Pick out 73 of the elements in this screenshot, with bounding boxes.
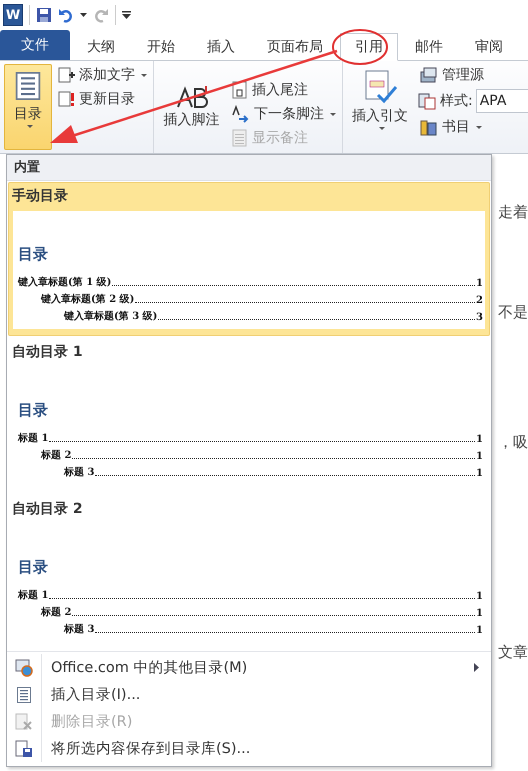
undo-icon[interactable] [58,7,74,23]
customize-menu-icon[interactable] [122,11,131,19]
footnote-icon [174,85,208,109]
file-tab[interactable]: 文件 [0,30,70,60]
document-style-icon [417,92,437,110]
document-save-icon [15,740,33,758]
insert-footnote-button[interactable]: 插入脚注 [158,64,225,150]
caret-icon [26,125,32,128]
document-text: 文章 [498,642,528,662]
page-number: 3 [476,312,483,323]
section-header: 内置 [7,155,491,181]
bibliography-icon [419,118,439,136]
toc-heading: 目录 [17,401,49,420]
page-number: 1 [476,591,483,602]
ribbon-button[interactable]: 管理源 [417,64,528,86]
insert-citation-button[interactable]: 插入引文 [347,64,413,150]
document-delete-icon [15,712,33,730]
document-text: 不是 [498,302,528,322]
table-of-contents-button[interactable]: 目录 [4,64,52,150]
caret-icon[interactable] [80,13,87,17]
ribbon-tab[interactable]: 页面布局 [252,32,338,60]
word-app-icon[interactable]: W [3,4,23,26]
toc-entry: 键入章标题(第 3 级) [64,309,158,323]
toc-entry: 标题 2 [41,606,72,620]
document-text: ，吸 [498,432,528,452]
notes-icon [231,129,249,147]
ribbon-button[interactable]: 书目 [417,116,528,138]
next-footnote-icon [231,105,251,123]
page-number: 2 [476,294,483,306]
books-icon [419,66,439,84]
ribbon-button[interactable]: 添加文字 [56,64,149,86]
menu-item[interactable]: 将所选内容保存到目录库(S)... [7,735,491,762]
ribbon-tab[interactable]: 开始 [132,32,190,60]
toc-entry: 键入章标题(第 2 级) [41,292,134,306]
page-number: 1 [476,451,483,462]
document-icon [16,686,32,704]
gallery-item-title: 自动目录 2 [11,500,84,520]
gallery-item-title: 手动目录 [11,186,69,206]
ribbon-tab[interactable]: 审阅 [460,32,518,60]
document-icon [14,69,42,103]
document-plus-icon [58,67,76,83]
toc-entry: 键入章标题(第 1 级) [18,275,112,289]
ribbon-button[interactable]: 下一条脚注 [229,103,338,125]
ribbon-tab[interactable]: 引用 [340,33,398,61]
ribbon-button[interactable]: 更新目录 [56,88,149,110]
page-number: 1 [476,625,483,636]
toc-entry: 标题 1 [18,432,48,446]
save-icon[interactable] [36,7,52,23]
menu-item[interactable]: Office.com 中的其他目录(M) [7,654,491,681]
ribbon-button[interactable]: 插入尾注 [229,79,338,101]
ribbon-tab[interactable]: 邮件 [400,32,458,60]
ribbon-tab[interactable]: 插入 [192,32,250,60]
toc-entry: 标题 3 [64,466,94,480]
toc-entry: 标题 3 [64,622,94,636]
ribbon-tab[interactable]: 大纲 [72,32,130,60]
toc-heading: 目录 [17,558,49,578]
menu-item[interactable]: 插入目录(I)... [7,681,491,708]
toc-entry: 标题 2 [41,448,72,462]
gallery-item[interactable]: 手动目录 目录 键入章标题(第 1 级) 1 键入章标题(第 2 级) 2 键入章标题(第 3 级) 3 [8,182,490,336]
style-label: 样式: [440,92,473,110]
gallery-item-title: 自动目录 1 [11,343,84,362]
globe-document-icon [15,658,33,676]
endnote-icon [231,81,249,99]
style-field[interactable]: APA [476,89,528,113]
page-number: 1 [476,468,483,480]
toc-heading: 目录 [17,244,49,264]
annotation-circle [332,29,388,65]
page-number: 1 [476,608,483,620]
document-exclamation-icon [58,91,76,107]
page-number: 1 [476,278,483,289]
document-text: 走着 [498,202,528,222]
page-number: 1 [476,434,483,446]
toc-entry: 标题 1 [18,588,48,602]
